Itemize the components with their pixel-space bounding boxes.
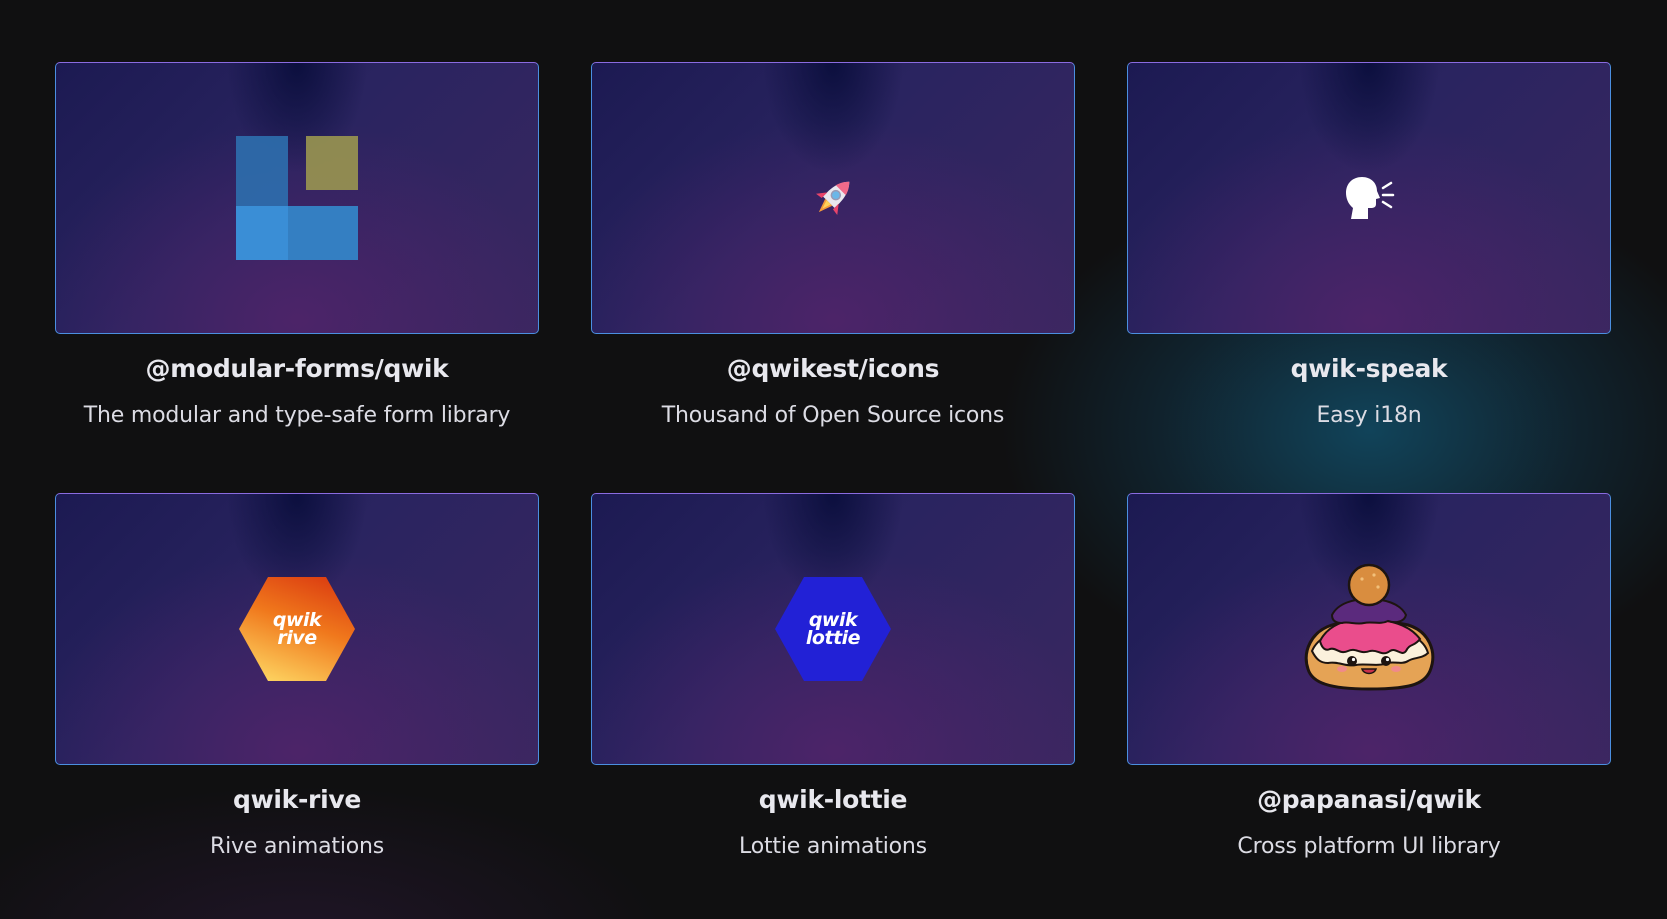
logo-text-line: rive [277,627,317,649]
card-title[interactable]: @qwikest/icons [727,354,940,383]
card-title[interactable]: @papanasi/qwik [1257,785,1481,814]
qwik-lottie-logo: qwik lottie [775,577,891,681]
papanasi-mascot [1304,563,1435,691]
logo-text-line: lottie [805,627,861,649]
rocket-icon [816,181,850,215]
qwik-rive-logo: qwik rive [239,577,355,681]
card-title[interactable]: qwik-speak [1291,354,1448,383]
card-title[interactable]: qwik-rive [233,785,361,814]
library-card-qwik-rive[interactable]: qwik rive qwik-rive Rive animations [55,493,539,919]
library-card-modular-forms[interactable]: @modular-forms/qwik The modular and type… [55,62,539,493]
card-thumbnail[interactable] [1127,493,1611,765]
card-thumbnail[interactable]: qwik lottie [591,493,1075,765]
library-grid: @modular-forms/qwik The modular and type… [55,62,1613,919]
card-title[interactable]: @modular-forms/qwik [146,354,449,383]
library-card-papanasi[interactable]: @papanasi/qwik Cross platform UI library [1127,493,1611,919]
card-thumbnail[interactable] [55,62,539,334]
speaking-head-icon [1346,177,1395,219]
card-description: Easy i18n [1316,403,1422,428]
card-description: Rive animations [210,834,384,859]
card-thumbnail[interactable] [591,62,1075,334]
card-description: Thousand of Open Source icons [661,403,1005,428]
card-description: The modular and type-safe form library [83,403,511,428]
library-card-qwikest-icons[interactable]: @qwikest/icons Thousand of Open Source i… [591,62,1075,493]
page: @modular-forms/qwik The modular and type… [0,0,1667,919]
modular-forms-logo [236,136,358,260]
library-card-qwik-lottie[interactable]: qwik lottie qwik-lottie Lottie animation… [591,493,1075,919]
card-title[interactable]: qwik-lottie [759,785,908,814]
card-thumbnail[interactable] [1127,62,1611,334]
card-description: Cross platform UI library [1237,834,1501,859]
card-description: Lottie animations [739,834,927,859]
card-thumbnail[interactable]: qwik rive [55,493,539,765]
library-card-qwik-speak[interactable]: qwik-speak Easy i18n [1127,62,1611,493]
